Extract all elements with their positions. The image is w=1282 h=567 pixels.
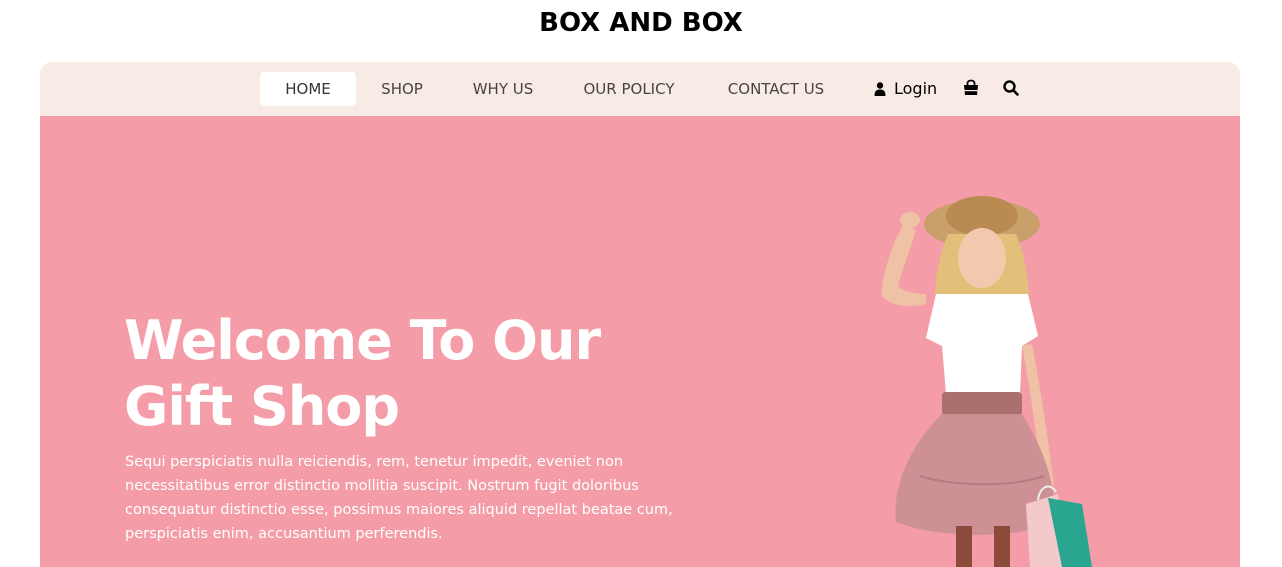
search-button[interactable]: [1002, 79, 1022, 99]
hero-title-line1: Welcome To Our: [124, 309, 601, 372]
nav-home[interactable]: HOME: [260, 72, 356, 106]
search-icon: [1003, 80, 1019, 96]
hero-title: Welcome To Our Gift Shop: [124, 308, 684, 440]
nav-why-us[interactable]: WHY US: [460, 72, 546, 106]
hero-description: Sequi perspiciatis nulla reiciendis, rem…: [125, 454, 673, 542]
nav-shop[interactable]: SHOP: [370, 72, 434, 106]
nav-our-policy[interactable]: OUR POLICY: [573, 72, 685, 106]
user-icon: [874, 82, 886, 96]
main-navbar: HOME SHOP WHY US OUR POLICY CONTACT US L…: [40, 62, 1240, 116]
hero-image: [881, 196, 1092, 567]
shopping-bag-icon: [964, 79, 978, 95]
hero-title-line2: Gift Shop: [124, 375, 400, 438]
site-logo-title[interactable]: BOX AND BOX: [0, 8, 1282, 38]
login-label: Login: [894, 79, 938, 98]
nav-contact-us[interactable]: CONTACT US: [714, 72, 838, 106]
cart-button[interactable]: [962, 79, 982, 99]
hero-banner: Welcome To Our Gift Shop Sequi perspicia…: [40, 116, 1240, 567]
login-link[interactable]: Login: [874, 72, 937, 106]
